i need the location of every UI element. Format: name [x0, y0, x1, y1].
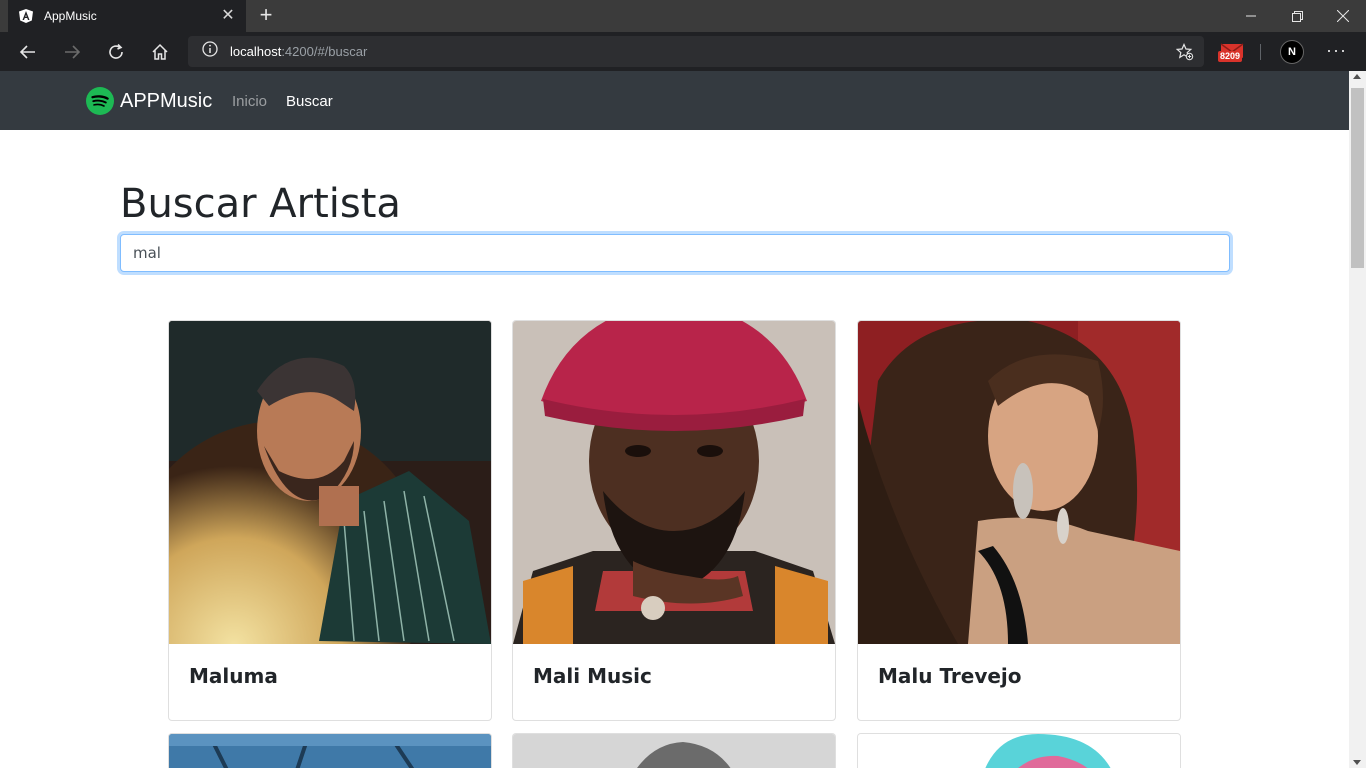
scroll-down-icon[interactable] [1353, 760, 1361, 765]
browser-tab[interactable]: AppMusic ✕ [8, 0, 246, 32]
favorite-add-icon[interactable] [1175, 43, 1194, 66]
artist-card[interactable] [512, 733, 836, 768]
toolbar-divider [1260, 44, 1261, 60]
browser-titlebar: AppMusic ✕ + [0, 0, 1366, 32]
close-window-icon[interactable] [1320, 0, 1366, 32]
app-navbar: APPMusic Inicio Buscar [0, 71, 1349, 130]
address-bar[interactable]: localhost:4200/#/buscar [188, 36, 1204, 67]
more-options-icon[interactable]: ··· [1326, 40, 1347, 61]
search-input[interactable] [120, 234, 1230, 272]
artist-image [858, 321, 1180, 644]
spotify-logo-icon [86, 87, 114, 115]
artist-name: Mali Music [533, 664, 652, 688]
refresh-icon[interactable] [102, 38, 130, 66]
brand-name: APPMusic [120, 89, 213, 112]
artist-card[interactable]: Mali Music [512, 320, 836, 721]
tab-title: AppMusic [44, 9, 97, 23]
restore-icon[interactable] [1274, 0, 1320, 32]
back-icon[interactable] [14, 38, 42, 66]
artist-name: Maluma [189, 664, 278, 688]
url-text: localhost:4200/#/buscar [230, 44, 368, 59]
minimize-icon[interactable] [1228, 0, 1274, 32]
artist-image [513, 734, 835, 768]
close-tab-icon[interactable]: ✕ [220, 8, 236, 24]
nav-link-inicio[interactable]: Inicio [232, 93, 267, 110]
scroll-up-icon[interactable] [1353, 74, 1361, 79]
profile-avatar[interactable]: N [1280, 40, 1304, 64]
page-title: Buscar Artista [120, 181, 401, 227]
page-scrollbar[interactable] [1349, 71, 1366, 768]
browser-toolbar: localhost:4200/#/buscar 8209 N ··· [0, 32, 1366, 71]
home-icon[interactable] [146, 38, 174, 66]
artist-card[interactable]: Maluma [168, 320, 492, 721]
brand-link[interactable]: APPMusic [86, 87, 212, 115]
info-icon[interactable] [202, 41, 218, 62]
forward-icon[interactable] [58, 38, 86, 66]
artist-image [169, 321, 491, 644]
artist-image [858, 734, 1180, 768]
artist-image [169, 734, 491, 768]
artist-name: Malu Trevejo [878, 664, 1022, 688]
page-viewport: APPMusic Inicio Buscar Buscar Artista Ma… [0, 71, 1349, 768]
new-tab-icon[interactable]: + [254, 4, 278, 28]
artist-card[interactable]: Malu Trevejo [857, 320, 1181, 721]
extension-badge-count: 8209 [1218, 51, 1243, 62]
scroll-thumb[interactable] [1351, 88, 1364, 268]
angular-icon [18, 8, 34, 24]
artist-image [513, 321, 835, 644]
artist-card[interactable] [857, 733, 1181, 768]
artist-card[interactable] [168, 733, 492, 768]
nav-link-buscar[interactable]: Buscar [286, 93, 333, 110]
